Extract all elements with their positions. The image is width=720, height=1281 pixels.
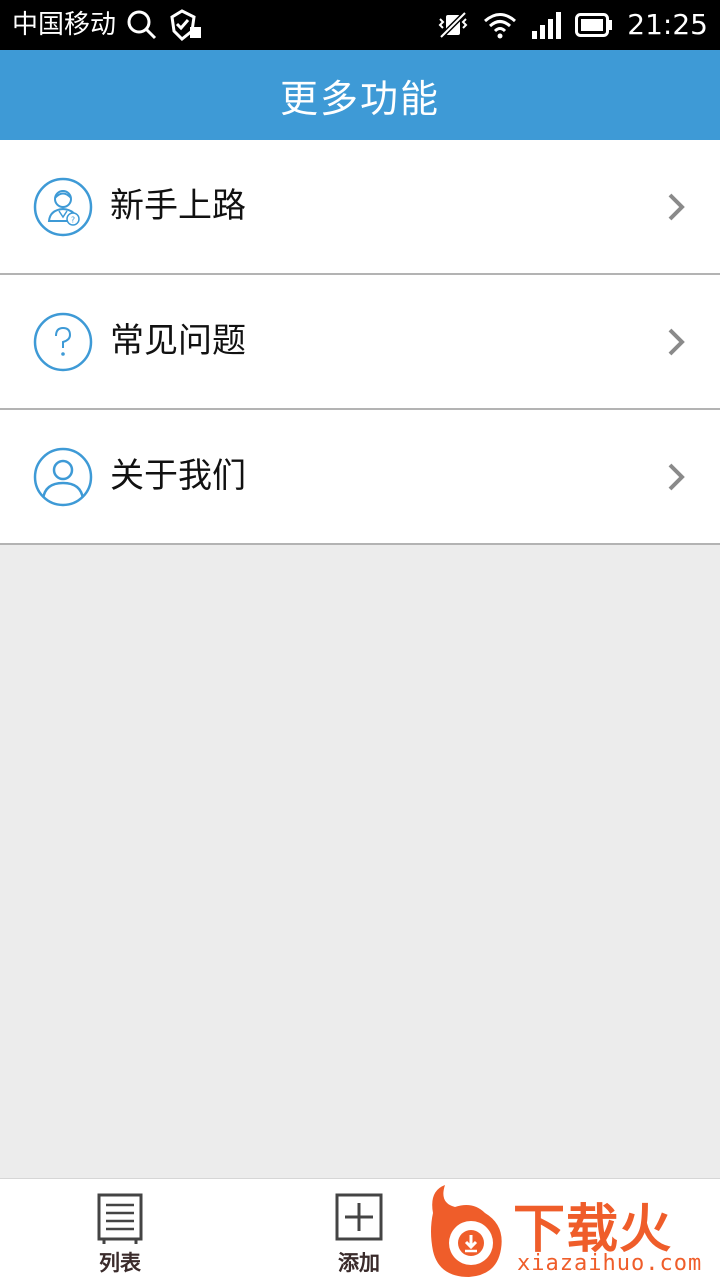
security-shield-icon	[168, 9, 204, 41]
bottom-tab-bar: 列表 添加 下载火 xiazaihuo.com	[0, 1178, 720, 1281]
chevron-right-icon	[666, 327, 686, 357]
chevron-right-icon	[666, 192, 686, 222]
add-icon	[335, 1193, 383, 1241]
menu-item-beginner-guide[interactable]: ? 新手上路	[0, 140, 720, 275]
clock: 21:25	[627, 8, 708, 41]
wifi-icon	[483, 11, 517, 39]
tab-label: 列表	[99, 1251, 141, 1275]
menu-item-label: 新手上路	[110, 186, 246, 226]
tab-add[interactable]: 添加	[299, 1179, 419, 1281]
tab-list[interactable]: 列表	[60, 1179, 180, 1281]
title-bar: 更多功能	[0, 50, 720, 140]
tab-label: 添加	[338, 1251, 380, 1275]
watermark-url: xiazaihuo.com	[517, 1251, 703, 1276]
user-guide-icon: ?	[33, 177, 93, 237]
search-icon	[126, 9, 158, 41]
menu-item-faq[interactable]: 常见问题	[0, 275, 720, 410]
list-icon	[97, 1193, 143, 1244]
vibrate-mute-icon	[437, 10, 469, 40]
menu-item-label: 常见问题	[110, 321, 246, 361]
question-icon	[33, 312, 93, 372]
battery-icon	[575, 12, 613, 38]
chevron-right-icon	[666, 462, 686, 492]
menu-list: ? 新手上路 常见问题 关于我们	[0, 140, 720, 545]
page-title: 更多功能	[279, 76, 440, 121]
flame-logo-icon	[431, 1185, 502, 1277]
person-icon	[33, 447, 93, 507]
carrier-name: 中国移动	[12, 10, 117, 40]
watermark-logo: 下载火 xiazaihuo.com	[425, 1183, 720, 1281]
menu-item-about-us[interactable]: 关于我们	[0, 410, 720, 545]
signal-icon	[531, 11, 562, 39]
menu-item-label: 关于我们	[110, 456, 246, 496]
svg-text:?: ?	[71, 216, 75, 225]
status-bar: 中国移动 21:25	[0, 0, 720, 50]
